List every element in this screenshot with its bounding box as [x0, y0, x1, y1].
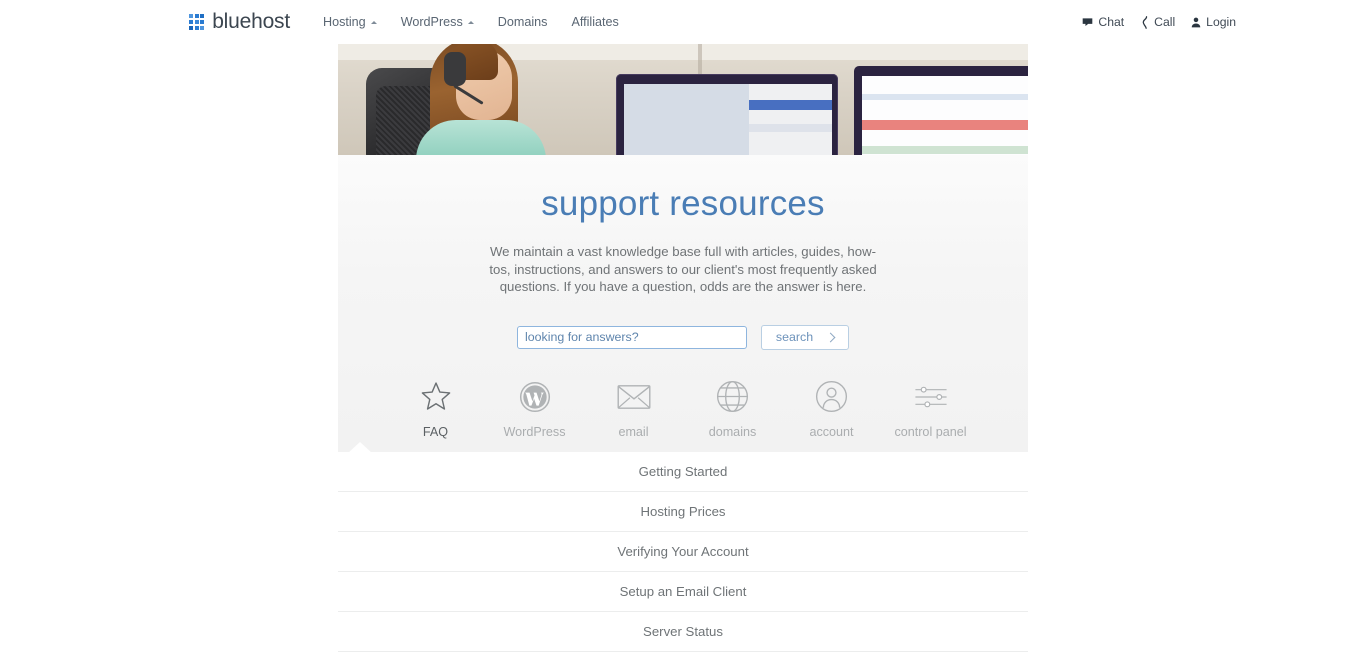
tab-wordpress[interactable]: WordPress: [485, 380, 584, 439]
chevron-right-icon: [825, 332, 836, 343]
tab-email[interactable]: email: [584, 380, 683, 439]
user-circle-icon: [815, 380, 848, 414]
sliders-icon: [914, 380, 948, 414]
brand-name: bluehost: [212, 10, 290, 33]
hero-description: We maintain a vast knowledge base full w…: [489, 244, 877, 295]
active-tab-indicator: [348, 441, 372, 453]
login-button[interactable]: Login: [1191, 15, 1236, 29]
search-button-label: search: [775, 330, 814, 345]
search-button[interactable]: search: [761, 324, 849, 350]
nav-label: WordPress: [400, 15, 463, 29]
nav-item-wordpress[interactable]: WordPress: [389, 9, 486, 35]
bluehost-logo[interactable]: bluehost: [189, 10, 290, 34]
tab-control-panel[interactable]: control panel: [881, 380, 980, 439]
search-input[interactable]: [517, 325, 747, 349]
tab-label: control panel: [894, 424, 967, 439]
monitor-left: [616, 74, 838, 155]
search-row: search: [338, 324, 1028, 350]
nav-item-affiliates[interactable]: Affiliates: [559, 9, 630, 35]
user-icon: [1191, 17, 1201, 28]
faq-item-label: Hosting Prices: [640, 503, 726, 519]
wordpress-icon: [519, 380, 551, 414]
tab-domains[interactable]: domains: [683, 380, 782, 439]
faq-list-item[interactable]: Getting Started: [338, 452, 1028, 492]
globe-icon: [716, 380, 749, 414]
faq-item-label: Getting Started: [638, 463, 728, 479]
chevron-up-icon: [370, 20, 377, 24]
tab-label: email: [618, 424, 649, 439]
chat-bubble-icon: [1082, 17, 1093, 28]
tab-label: domains: [708, 424, 757, 439]
tab-label: WordPress: [503, 424, 566, 439]
call-button[interactable]: Call: [1140, 15, 1175, 29]
nav-label: Hosting: [322, 15, 366, 29]
faq-item-label: Server Status: [643, 623, 723, 639]
chat-label: Chat: [1098, 15, 1125, 29]
primary-menu: Hosting WordPress Domains Affiliates: [311, 9, 631, 35]
tab-label: FAQ: [422, 424, 449, 439]
faq-item-label: Setup an Email Client: [619, 583, 747, 599]
nav-item-hosting[interactable]: Hosting: [311, 9, 389, 35]
login-label: Login: [1206, 15, 1236, 29]
faq-list-item[interactable]: Server Status: [338, 612, 1028, 652]
faq-list-item[interactable]: Hosting Prices: [338, 492, 1028, 532]
nav-item-domains[interactable]: Domains: [486, 9, 560, 35]
faq-item-label: Verifying Your Account: [617, 543, 749, 559]
faq-list: Getting Started Hosting Prices Verifying…: [338, 451, 1028, 652]
grid-squares-icon: [189, 14, 205, 30]
page-title: support resources: [541, 184, 825, 223]
hero-banner-image: [338, 44, 1028, 155]
hero-section: support resources We maintain a vast kno…: [338, 155, 1028, 453]
category-tabs: FAQ WordPress email domains account cont…: [338, 380, 1028, 453]
call-label: Call: [1154, 15, 1176, 29]
tab-faq[interactable]: FAQ: [386, 380, 485, 439]
tab-label: account: [809, 424, 854, 439]
envelope-icon: [617, 380, 651, 414]
headset: [444, 52, 466, 86]
monitor-right: [854, 66, 1028, 155]
faq-list-item[interactable]: Verifying Your Account: [338, 532, 1028, 572]
content-column: support resources We maintain a vast kno…: [338, 44, 1028, 652]
utility-menu: Chat Call Login: [1082, 0, 1236, 44]
tab-account[interactable]: account: [782, 380, 881, 439]
top-navigation-bar: bluehost Hosting WordPress Domains Affil…: [0, 0, 1366, 44]
nav-label: Affiliates: [571, 15, 619, 29]
faq-list-item[interactable]: Setup an Email Client: [338, 572, 1028, 612]
phone-icon: [1140, 15, 1149, 29]
chat-button[interactable]: Chat: [1082, 15, 1124, 29]
star-icon: [420, 380, 452, 414]
chevron-up-icon: [467, 20, 474, 24]
nav-label: Domains: [497, 15, 548, 29]
